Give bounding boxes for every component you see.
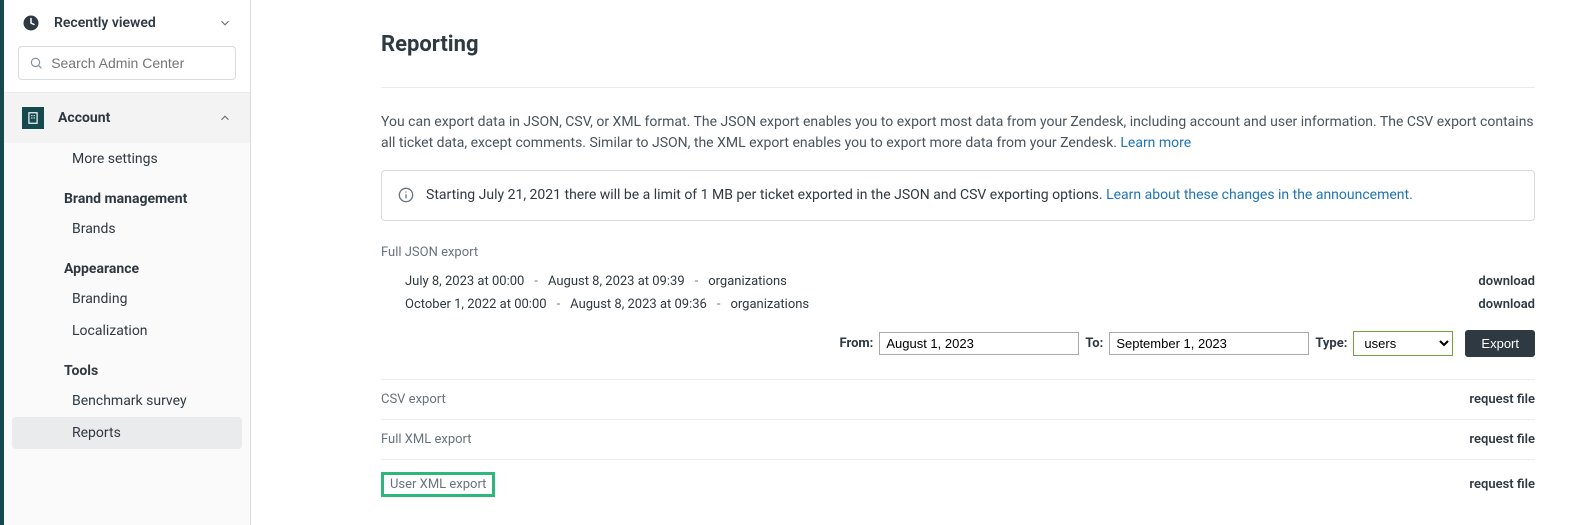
learn-more-link[interactable]: Learn more	[1120, 135, 1191, 151]
sidebar: Recently viewed Account More settings Br…	[4, 0, 251, 525]
from-label: From:	[840, 336, 874, 351]
clock-icon	[22, 14, 40, 32]
nav-more-settings[interactable]: More settings	[12, 143, 242, 175]
download-link-0[interactable]: download	[1478, 274, 1535, 289]
from-input[interactable]	[879, 332, 1079, 355]
user-xml-request-link[interactable]: request file	[1469, 477, 1535, 492]
recently-viewed-label: Recently viewed	[54, 15, 218, 31]
notice-link[interactable]: Learn about these changes in the announc…	[1106, 187, 1413, 203]
nav-branding[interactable]: Branding	[12, 283, 242, 315]
search-icon	[29, 55, 43, 71]
xml-request-link[interactable]: request file	[1469, 432, 1535, 447]
csv-request-link[interactable]: request file	[1469, 392, 1535, 407]
chevron-up-icon	[218, 111, 232, 125]
building-icon	[22, 107, 44, 129]
nav-reports[interactable]: Reports	[12, 417, 242, 449]
export-button[interactable]: Export	[1465, 330, 1535, 357]
download-link-1[interactable]: download	[1478, 297, 1535, 312]
json-export-row-1: October 1, 2022 at 00:00 - August 8, 202…	[381, 293, 1535, 316]
json-export-title: Full JSON export	[381, 245, 1535, 260]
to-label: To:	[1085, 336, 1103, 351]
user-xml-highlight: User XML export	[381, 472, 495, 497]
notice-banner: Starting July 21, 2021 there will be a l…	[381, 170, 1535, 221]
to-input[interactable]	[1109, 332, 1309, 355]
xml-export-section: Full XML export request file	[381, 419, 1535, 459]
main-content: Reporting You can export data in JSON, C…	[251, 0, 1587, 525]
type-label: Type:	[1315, 336, 1347, 351]
nav-account-label: Account	[58, 110, 110, 126]
intro-text: You can export data in JSON, CSV, or XML…	[381, 88, 1535, 170]
nav-localization[interactable]: Localization	[12, 315, 242, 347]
recently-viewed-toggle[interactable]: Recently viewed	[4, 0, 250, 46]
nav-heading-tools: Tools	[4, 347, 250, 385]
search-box[interactable]	[18, 46, 236, 80]
chevron-down-icon	[218, 16, 232, 30]
filter-row: From: To: Type: users Export	[381, 330, 1535, 357]
json-export-row-0: July 8, 2023 at 00:00 - August 8, 2023 a…	[381, 270, 1535, 293]
info-icon	[398, 187, 414, 203]
nav-brands[interactable]: Brands	[12, 213, 242, 245]
nav-benchmark-survey[interactable]: Benchmark survey	[12, 385, 242, 417]
csv-export-section: CSV export request file	[381, 379, 1535, 419]
type-select[interactable]: users	[1353, 331, 1453, 356]
nav-heading-brand-management: Brand management	[4, 175, 250, 213]
user-xml-export-section: User XML export request file	[381, 459, 1535, 509]
search-input[interactable]	[51, 55, 225, 71]
nav-heading-appearance: Appearance	[4, 245, 250, 283]
nav-account[interactable]: Account	[4, 93, 250, 143]
page-title: Reporting	[381, 32, 1535, 57]
